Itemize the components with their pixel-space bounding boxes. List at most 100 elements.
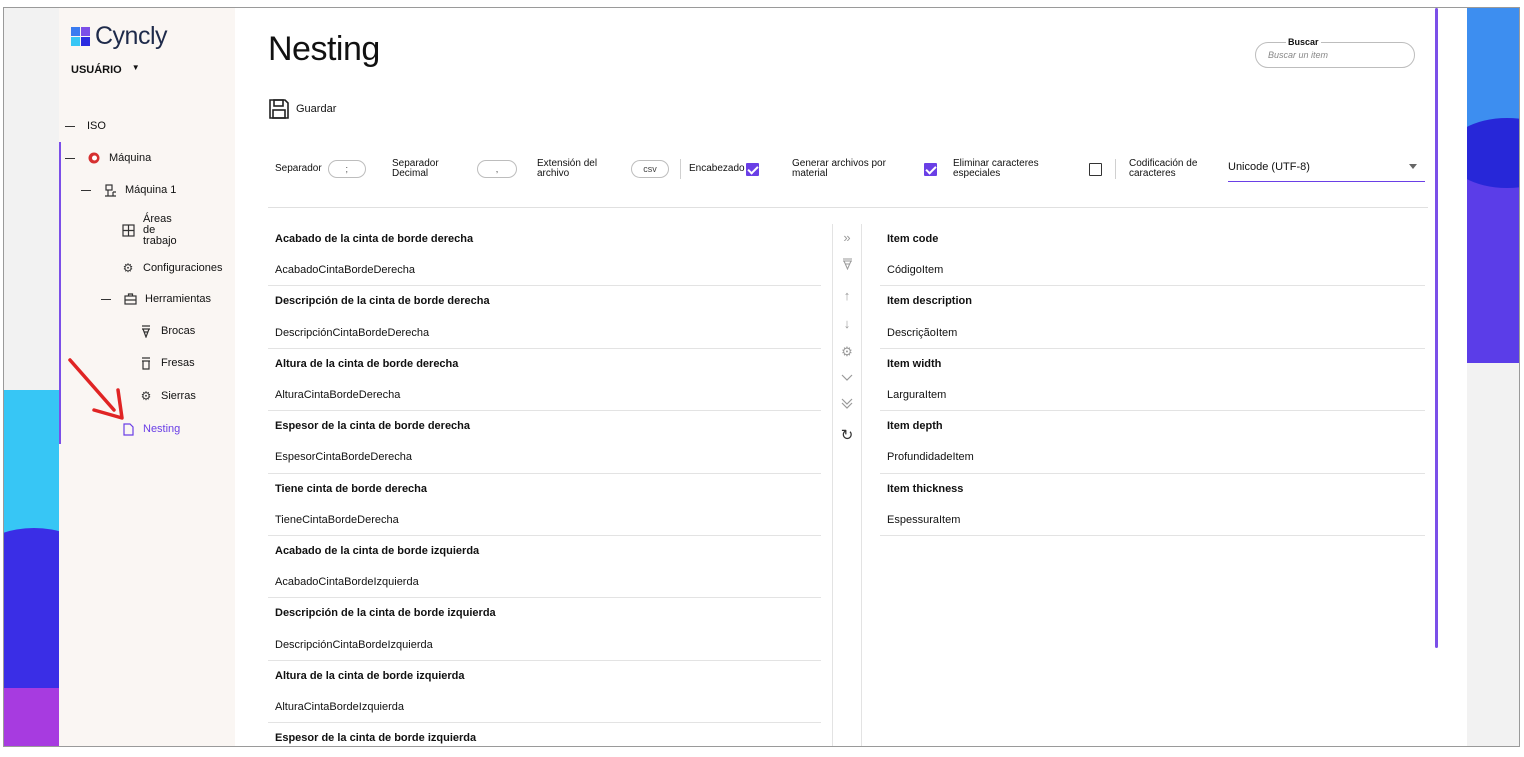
decimal-separator-option: Separador Decimal , — [392, 156, 517, 182]
sidebar-item-label: ISO — [87, 120, 106, 132]
drill-bit-icon — [139, 324, 153, 338]
encoding-select[interactable]: Unicode (UTF-8) — [1228, 156, 1425, 182]
sidebar-item-label: Configuraciones — [143, 262, 223, 274]
list-item-title[interactable]: Altura de la cinta de borde derecha — [268, 349, 821, 380]
user-name: USUÁRIO — [71, 64, 122, 76]
remove-special-checkbox[interactable] — [1089, 162, 1102, 176]
sidebar-item-label: Fresas — [161, 357, 195, 369]
decimal-separator-input[interactable]: , — [477, 160, 517, 178]
list-item-code[interactable]: DescriçãoItem — [880, 318, 1425, 349]
search-input[interactable]: Buscar un item — [1268, 50, 1328, 60]
list-item-code[interactable]: CódigoItem — [880, 255, 1425, 287]
list-item-title[interactable]: Descripción de la cinta de borde izquier… — [268, 598, 821, 629]
sidebar-item-iso[interactable]: ISO — [65, 120, 106, 132]
sidebar-item-label: Brocas — [161, 325, 196, 337]
list-item-title[interactable]: Item width — [880, 349, 1425, 380]
sidebar-item-label: Áreas de trabajo — [143, 213, 177, 247]
separator-input[interactable]: ; — [327, 160, 366, 178]
tree-guide-line — [59, 142, 61, 444]
collapse-icon — [101, 298, 111, 300]
list-item-title[interactable]: Acabado de la cinta de borde izquierda — [268, 536, 821, 567]
brand-name: Cyncly — [95, 22, 168, 50]
decorative-left-background — [4, 8, 59, 746]
search-label: Buscar — [1286, 37, 1321, 47]
app-window: Cyncly USUÁRIO ▼ ISO Máquina Máquina 1 Á… — [3, 7, 1520, 747]
list-item-code[interactable]: LarguraItem — [880, 380, 1425, 412]
list-item-title[interactable]: Espesor de la cinta de borde izquierda — [268, 723, 821, 746]
vertical-scrollbar[interactable] — [1435, 8, 1438, 648]
move-all-left-icon[interactable] — [833, 258, 861, 273]
sidebar-item-label: Máquina — [109, 152, 152, 164]
transfer-controls: » ↑ ↓ ⚙ ↻ — [832, 224, 862, 746]
list-item-title[interactable]: Item description — [880, 286, 1425, 317]
sidebar-item-fresas[interactable]: Fresas — [139, 356, 195, 370]
red-arrow-annotation-icon — [68, 358, 124, 420]
sidebar-item-areas[interactable]: Áreas de trabajo — [121, 214, 187, 247]
header-checkbox[interactable] — [745, 162, 759, 176]
selected-fields-list: Item code CódigoItem Item description De… — [880, 224, 1425, 536]
list-item-title[interactable]: Item thickness — [880, 474, 1425, 505]
double-chevron-down-icon[interactable] — [833, 398, 861, 413]
remove-special-label: Eliminar caracteres especiales — [953, 158, 1039, 179]
search-box[interactable]: Buscar Buscar un item — [1255, 37, 1415, 68]
header-option: Encabezado — [689, 156, 759, 182]
move-up-icon[interactable]: ↑ — [833, 288, 861, 303]
list-item-title[interactable]: Acabado de la cinta de borde derecha — [268, 224, 821, 255]
list-item-code[interactable]: AlturaCintaBordeIzquierda — [268, 692, 821, 723]
list-item-code[interactable]: DescripciónCintaBordeDerecha — [268, 318, 821, 349]
file-extension-input[interactable]: csv — [631, 160, 669, 178]
collapse-icon — [65, 157, 75, 159]
list-item-code[interactable]: AcabadoCintaBordeDerecha — [268, 255, 821, 287]
list-item-code[interactable]: EspesorCintaBordeDerecha — [268, 442, 821, 474]
toolbar-divider — [1115, 159, 1116, 179]
per-material-option: Generar archivos por material — [792, 156, 937, 182]
save-button[interactable]: Guardar — [268, 98, 336, 120]
list-item-title[interactable]: Espesor de la cinta de borde derecha — [268, 411, 821, 442]
per-material-checkbox[interactable] — [924, 162, 937, 176]
page-title: Nesting — [268, 30, 380, 68]
list-item-code[interactable]: DescripciónCintaBordeIzquierda — [268, 629, 821, 661]
file-extension-option: Extensión del archivo csv — [537, 156, 669, 182]
list-item-title[interactable]: Tiene cinta de borde derecha — [268, 474, 821, 505]
decimal-separator-label: Separador Decimal — [392, 158, 439, 179]
move-down-icon[interactable]: ↓ — [833, 316, 861, 331]
sidebar-item-label: Sierras — [161, 390, 196, 402]
main-panel: Nesting Buscar Buscar un item Guardar Se… — [235, 8, 1470, 746]
move-all-right-icon[interactable]: » — [833, 230, 861, 245]
list-item-code[interactable]: AlturaCintaBordeDerecha — [268, 380, 821, 412]
sidebar-item-brocas[interactable]: Brocas — [139, 324, 195, 338]
sidebar-item-sierras[interactable]: ⚙ Sierras — [139, 389, 196, 403]
gear-icon: ⚙ — [122, 261, 134, 275]
toolbox-icon — [123, 292, 137, 306]
per-material-label: Generar archivos por material — [792, 158, 886, 179]
sidebar-item-label: Nesting — [143, 423, 181, 435]
list-item-title[interactable]: Descripción de la cinta de borde derecha — [268, 286, 821, 317]
toolbar-divider — [680, 159, 681, 179]
saw-icon: ⚙ — [140, 389, 152, 403]
list-item-title[interactable]: Item depth — [880, 411, 1425, 442]
save-label: Guardar — [296, 103, 337, 115]
user-menu[interactable]: USUÁRIO ▼ — [71, 62, 140, 77]
settings-icon[interactable]: ⚙ — [833, 344, 861, 360]
refresh-icon[interactable]: ↻ — [833, 426, 861, 444]
save-icon — [269, 99, 289, 119]
encoding-label: Codificación de caracteres — [1129, 158, 1198, 179]
sidebar-item-herramientas[interactable]: Herramientas — [101, 292, 211, 306]
caret-down-icon: ▼ — [131, 62, 140, 72]
available-fields-list: Acabado de la cinta de borde derecha Aca… — [268, 224, 821, 746]
list-item-code[interactable]: EspessuraItem — [880, 505, 1425, 536]
list-item-code[interactable]: TieneCintaBordeDerecha — [268, 505, 821, 536]
list-item-title[interactable]: Item code — [880, 224, 1425, 255]
list-item-title[interactable]: Altura de la cinta de borde izquierda — [268, 661, 821, 692]
grid-icon — [121, 224, 135, 238]
cyncly-logo-icon — [71, 26, 91, 47]
divider — [268, 207, 1428, 208]
sidebar-item-maquina[interactable]: Máquina — [65, 151, 151, 165]
sidebar-item-configuraciones[interactable]: ⚙ Configuraciones — [121, 261, 223, 275]
brand-logo[interactable]: Cyncly — [71, 22, 168, 51]
sidebar-item-maquina-1[interactable]: Máquina 1 — [81, 183, 176, 197]
chevron-down-icon[interactable] — [833, 370, 861, 385]
remove-special-option: Eliminar caracteres especiales — [953, 156, 1102, 182]
list-item-code[interactable]: AcabadoCintaBordeIzquierda — [268, 567, 821, 599]
list-item-code[interactable]: ProfundidadeItem — [880, 442, 1425, 474]
